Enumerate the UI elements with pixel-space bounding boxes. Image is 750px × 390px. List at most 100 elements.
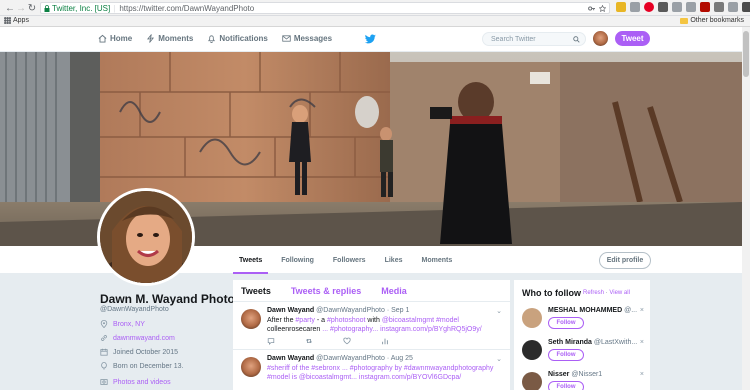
- nav-messages[interactable]: Messages: [282, 34, 332, 43]
- star-icon[interactable]: [599, 5, 606, 12]
- mention[interactable]: @bicoastalmgmt: [382, 317, 434, 324]
- nav-label: Messages: [293, 34, 333, 43]
- user-avatar[interactable]: [522, 308, 542, 328]
- page-scrollbar[interactable]: [742, 27, 750, 390]
- extension-icon[interactable]: [672, 2, 682, 12]
- tab-moments[interactable]: Moments: [421, 246, 452, 274]
- nav-home[interactable]: Home: [98, 34, 132, 43]
- nav-label: Home: [110, 34, 133, 43]
- follow-button[interactable]: Follow: [548, 317, 584, 329]
- profile-handle[interactable]: @DawnWayandPhoto: [100, 306, 169, 313]
- tab-followers[interactable]: Followers: [333, 246, 366, 274]
- link-icon: [101, 335, 107, 341]
- profile-avatar[interactable]: [97, 188, 195, 286]
- website-link[interactable]: dawnmwayand.com: [113, 335, 175, 342]
- tweet-item[interactable]: Dawn Wayand @DawnWayandPhoto · Sep 1 ⌄ A…: [233, 302, 510, 350]
- hashtag[interactable]: #photoshoot: [327, 317, 366, 324]
- key-icon[interactable]: [588, 5, 595, 12]
- tweet-meta[interactable]: @DawnWayandPhoto · Aug 25: [316, 355, 413, 362]
- account-avatar[interactable]: [593, 31, 608, 46]
- tweet-actions: [267, 337, 389, 345]
- tweet-item[interactable]: Dawn Wayand @DawnWayandPhoto · Aug 25 ⌄ …: [233, 350, 510, 390]
- search-input[interactable]: Search Twitter: [482, 32, 586, 46]
- extension-icon[interactable]: [728, 2, 738, 12]
- tweet-button[interactable]: Tweet: [615, 31, 650, 46]
- profile-name[interactable]: Dawn M. Wayand Photo: [100, 292, 235, 306]
- search-icon[interactable]: [573, 35, 580, 43]
- folder-icon: [680, 17, 689, 24]
- view-all-link[interactable]: View all: [609, 290, 630, 296]
- chevron-down-icon[interactable]: ⌄: [496, 355, 502, 363]
- secure-indicator[interactable]: Twitter, Inc. [US]: [44, 4, 110, 13]
- chevron-down-icon[interactable]: ⌄: [496, 307, 502, 315]
- tweet-link[interactable]: instagram.com/p/BYghRQ5jO9y/: [378, 326, 482, 333]
- timeline-tab-replies[interactable]: Tweets & replies: [291, 286, 361, 296]
- tab-tweets[interactable]: Tweets: [232, 246, 269, 274]
- photos-videos-link[interactable]: Photos and videos: [100, 378, 171, 386]
- extension-icon[interactable]: [630, 2, 640, 12]
- user-name-row: Nisser @Nisser1: [548, 371, 602, 378]
- tweet-author[interactable]: Dawn Wayand: [267, 355, 314, 362]
- user-name[interactable]: MESHAL MOHAMMED: [548, 307, 622, 314]
- extension-icon[interactable]: [616, 2, 626, 12]
- dismiss-icon[interactable]: ×: [640, 339, 644, 346]
- acrobat-icon[interactable]: [700, 2, 710, 12]
- suggested-user[interactable]: Seth Miranda @LastXwith... × Follow: [522, 339, 648, 369]
- user-avatar[interactable]: [522, 372, 542, 390]
- timeline-tab-tweets[interactable]: Tweets: [241, 286, 271, 296]
- user-avatar[interactable]: [522, 340, 542, 360]
- nav-notifications[interactable]: Notifications: [207, 34, 268, 43]
- suggested-user[interactable]: Nisser @Nisser1 × Follow: [522, 371, 648, 390]
- other-bookmarks[interactable]: Other bookmarks: [680, 17, 744, 24]
- search-placeholder: Search Twitter: [491, 35, 536, 43]
- hashtag[interactable]: #model: [434, 317, 459, 324]
- user-name-row: Seth Miranda @LastXwith...: [548, 339, 637, 346]
- suggested-user[interactable]: MESHAL MOHAMMED @... × Follow: [522, 307, 648, 337]
- tweet-avatar[interactable]: [241, 309, 261, 329]
- hashtag[interactable]: #photography...: [330, 326, 378, 333]
- photo-icon: [100, 379, 108, 385]
- extension-icon[interactable]: [686, 2, 696, 12]
- timeline-tabs: Tweets Tweets & replies Media: [233, 280, 510, 302]
- reload-button[interactable]: ↻: [25, 1, 39, 15]
- edit-profile-button[interactable]: Edit profile: [599, 252, 651, 269]
- reply-icon[interactable]: [267, 337, 275, 345]
- location-text[interactable]: Bronx, NY: [113, 321, 145, 328]
- user-name[interactable]: Seth Miranda: [548, 339, 592, 346]
- secure-label: Twitter, Inc. [US]: [52, 3, 111, 13]
- analytics-icon[interactable]: [381, 337, 389, 345]
- nav-moments[interactable]: Moments: [146, 34, 193, 43]
- tweet-meta[interactable]: @DawnWayandPhoto · Sep 1: [316, 307, 409, 314]
- user-name[interactable]: Nisser: [548, 371, 569, 378]
- scrollbar-thumb[interactable]: [743, 31, 749, 77]
- lightning-icon: [147, 34, 155, 43]
- extension-icon[interactable]: [658, 2, 668, 12]
- pinterest-icon[interactable]: [644, 2, 654, 12]
- nav-label: Notifications: [219, 34, 268, 43]
- tweet-text-part: After the: [267, 317, 296, 324]
- calendar-icon: [100, 348, 108, 356]
- follow-button[interactable]: Follow: [548, 349, 584, 361]
- retweet-icon[interactable]: [305, 337, 313, 345]
- tweet-avatar[interactable]: [241, 357, 261, 377]
- tab-following[interactable]: Following: [281, 246, 314, 274]
- photos-videos-label[interactable]: Photos and videos: [113, 379, 171, 386]
- refresh-link[interactable]: Refresh: [583, 290, 604, 296]
- apps-shortcut[interactable]: Apps: [4, 17, 29, 24]
- tweet-line: #model is @bicoastalmgmt... instagram.co…: [267, 374, 462, 381]
- url-text[interactable]: https://twitter.com/DawnWayandPhoto: [119, 4, 254, 13]
- tab-likes[interactable]: Likes: [385, 246, 403, 274]
- hashtag[interactable]: #party: [295, 317, 314, 324]
- extension-icon[interactable]: [714, 2, 724, 12]
- heart-icon[interactable]: [343, 337, 351, 345]
- dismiss-icon[interactable]: ×: [640, 371, 644, 378]
- tweet-author[interactable]: Dawn Wayand: [267, 307, 314, 314]
- address-bar[interactable]: Twitter, Inc. [US] | https://twitter.com…: [40, 2, 610, 14]
- tweet-text-part: ...: [322, 326, 331, 333]
- user-name-row: MESHAL MOHAMMED @...: [548, 307, 637, 314]
- extension-icon[interactable]: [742, 2, 750, 12]
- timeline-tab-media[interactable]: Media: [381, 286, 407, 296]
- dismiss-icon[interactable]: ×: [640, 307, 644, 314]
- follow-button[interactable]: Follow: [548, 381, 584, 390]
- twitter-bird-icon[interactable]: [365, 34, 376, 44]
